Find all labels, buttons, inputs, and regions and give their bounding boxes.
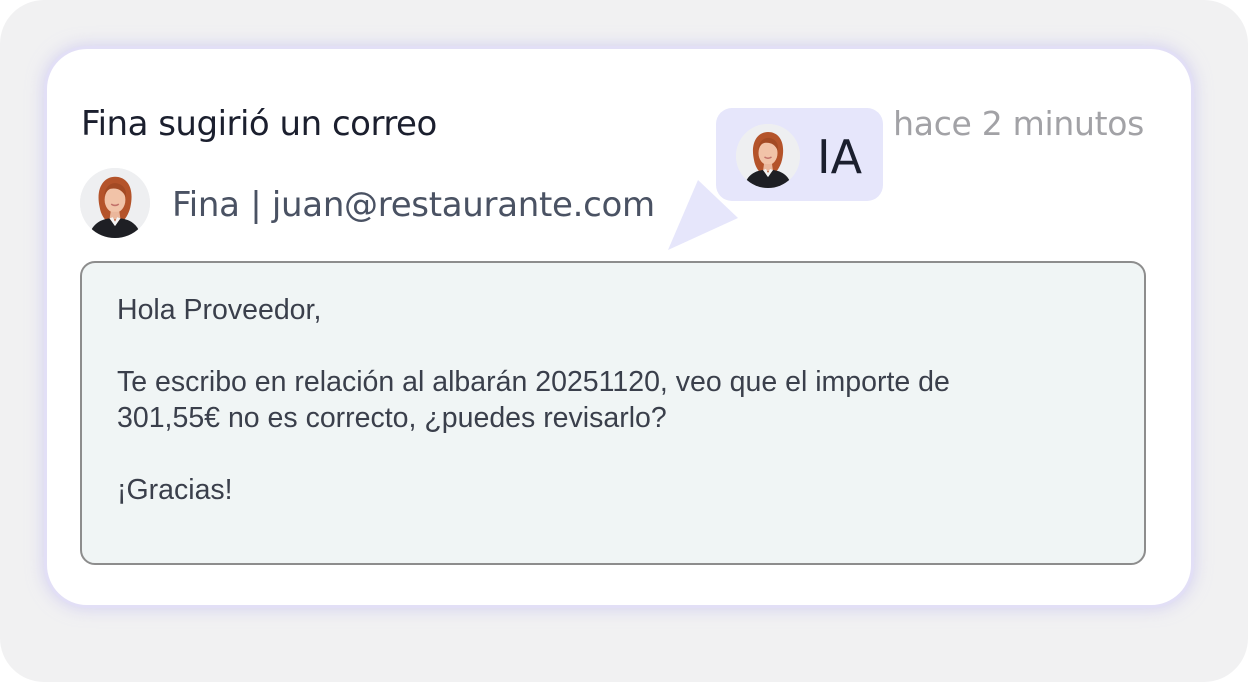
avatar-woman-icon bbox=[736, 124, 800, 188]
email-body-text: Hola Proveedor, Te escribo en relación a… bbox=[117, 292, 1107, 508]
email-closing: ¡Gracias! bbox=[117, 474, 233, 506]
email-greeting: Hola Proveedor, bbox=[117, 294, 322, 326]
card-title: Fina sugirió un correo bbox=[81, 104, 437, 144]
timestamp: hace 2 minutos bbox=[893, 104, 1144, 143]
ai-badge: IA bbox=[716, 108, 883, 201]
avatar-woman-icon bbox=[80, 168, 150, 238]
email-body[interactable]: Hola Proveedor, Te escribo en relación a… bbox=[80, 261, 1146, 565]
email-line-1: Te escribo en relación al albarán 202511… bbox=[117, 366, 950, 398]
ai-label: IA bbox=[817, 130, 863, 184]
email-line-2: 301,55€ no es correcto, ¿puedes revisarl… bbox=[117, 402, 667, 434]
sender-line: Fina | juan@restaurante.com bbox=[172, 185, 655, 225]
